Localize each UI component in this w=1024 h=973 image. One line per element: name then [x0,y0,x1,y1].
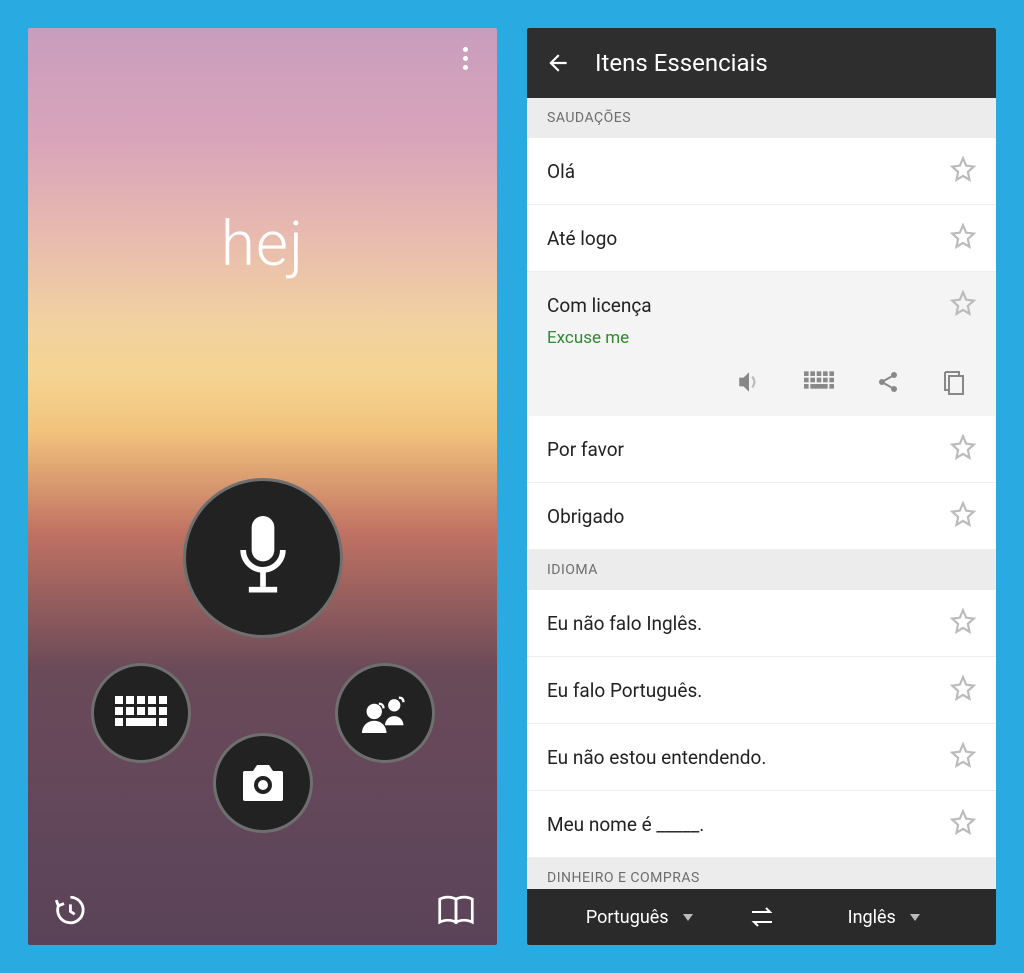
star-icon [950,434,976,460]
left-topbar [28,28,497,88]
microphone-button[interactable] [183,478,343,638]
left-bottom-bar [28,889,497,931]
back-button[interactable] [545,50,571,76]
phrase-text: Eu não estou entendendo. [547,746,766,769]
camera-icon [238,763,288,803]
lang-to-label: Inglês [848,907,896,928]
favorite-button[interactable] [950,608,976,638]
favorite-button[interactable] [950,809,976,839]
phrase-row[interactable]: Eu não falo Inglês. [527,590,996,657]
star-icon [950,675,976,701]
phrase-text: Meu nome é _____. [547,813,704,836]
favorite-button[interactable] [950,434,976,464]
phrase-text: Eu falo Português. [547,679,702,702]
page-title: Itens Essenciais [595,49,768,77]
favorite-button[interactable] [950,742,976,772]
star-icon [950,809,976,835]
phrase-row[interactable]: Eu falo Português. [527,657,996,724]
speaker-icon [736,370,762,394]
chevron-down-icon [683,914,693,921]
star-icon [950,223,976,249]
section-greetings: SAUDAÇÕES [527,98,996,138]
keyboard-button[interactable] [91,663,191,763]
phrase-row[interactable]: Olá [527,138,996,205]
people-icon [360,693,410,733]
chevron-down-icon [910,914,920,921]
history-button[interactable] [48,889,90,931]
share-icon [876,370,900,394]
swap-icon [748,906,776,928]
star-icon [950,501,976,527]
language-footer: Português Inglês [527,889,996,945]
favorite-button[interactable] [950,501,976,531]
speak-button[interactable] [736,370,762,400]
keyboard-icon [804,370,834,390]
arrow-left-icon [545,50,571,76]
translator-main-pane: hej [28,28,497,945]
copy-icon [942,370,966,396]
keyboard-icon [115,696,167,730]
favorite-button[interactable] [950,675,976,705]
favorite-button[interactable] [950,290,976,320]
share-button[interactable] [876,370,900,400]
conversation-button[interactable] [335,663,435,763]
phrase-row[interactable]: Até logo [527,205,996,272]
phrasebook-header: Itens Essenciais [527,28,996,98]
lang-from-label: Português [586,907,669,928]
phrase-text: Com licença [547,294,652,317]
translated-word: hej [28,208,497,281]
overflow-menu-icon[interactable] [451,44,479,72]
star-icon [950,290,976,316]
star-icon [950,742,976,768]
phrase-text: Eu não falo Inglês. [547,612,702,635]
book-icon [437,894,475,926]
phrase-actions [547,356,976,406]
phrase-list: SAUDAÇÕES Olá Até logo Com licença Excus… [527,98,996,889]
microphone-icon [228,516,298,601]
star-icon [950,608,976,634]
phrasebook-button[interactable] [435,889,477,931]
copy-button[interactable] [942,370,966,400]
phrase-row-selected[interactable]: Com licença Excuse me [527,272,996,416]
phrase-text: Olá [547,160,575,183]
input-mode-buttons [83,478,443,858]
translation-text: Excuse me [547,328,629,348]
phrase-row[interactable]: Eu não estou entendendo. [527,724,996,791]
phrasebook-pane: Itens Essenciais SAUDAÇÕES Olá Até logo … [527,28,996,945]
swap-languages-button[interactable] [742,906,782,928]
phrase-row[interactable]: Obrigado [527,483,996,550]
phrase-text: Obrigado [547,505,624,528]
favorite-button[interactable] [950,156,976,186]
phrase-text: Por favor [547,438,624,461]
camera-button[interactable] [213,733,313,833]
phrase-row[interactable]: Meu nome é _____. [527,791,996,858]
history-icon [52,893,86,927]
lang-to-button[interactable]: Inglês [782,907,987,928]
favorite-button[interactable] [950,223,976,253]
section-money: DINHEIRO E COMPRAS [527,858,996,889]
type-button[interactable] [804,370,834,400]
phrase-text: Até logo [547,227,617,250]
lang-from-button[interactable]: Português [537,907,742,928]
section-language: IDIOMA [527,550,996,590]
star-icon [950,156,976,182]
phrase-row[interactable]: Por favor [527,416,996,483]
